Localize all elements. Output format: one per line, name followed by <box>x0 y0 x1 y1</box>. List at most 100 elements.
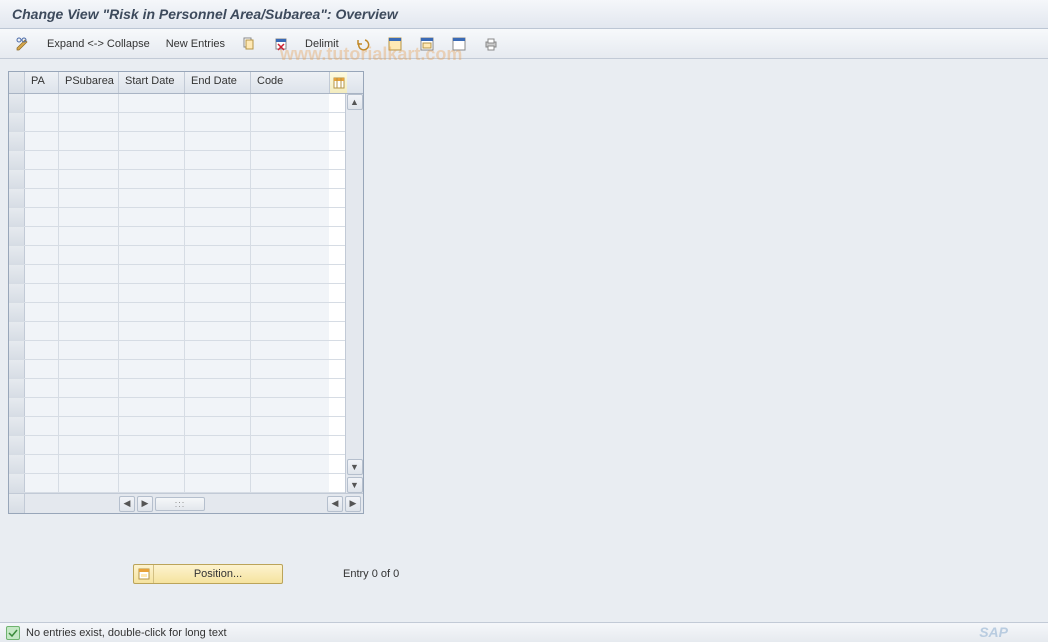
cell-end-date[interactable] <box>185 417 251 435</box>
new-entries-button[interactable]: New Entries <box>161 35 230 53</box>
row-selector[interactable] <box>9 417 25 435</box>
cell-pa[interactable] <box>25 436 59 454</box>
row-selector[interactable] <box>9 398 25 416</box>
column-header-start-date[interactable]: Start Date <box>119 72 185 93</box>
cell-code[interactable] <box>251 436 329 454</box>
row-selector[interactable] <box>9 265 25 283</box>
cell-end-date[interactable] <box>185 474 251 492</box>
cell-pa[interactable] <box>25 265 59 283</box>
cell-end-date[interactable] <box>185 398 251 416</box>
cell-end-date[interactable] <box>185 246 251 264</box>
scroll-up-button[interactable]: ▲ <box>347 94 363 110</box>
cell-psubarea[interactable] <box>59 208 119 226</box>
delimit-button[interactable]: Delimit <box>300 35 344 53</box>
table-row[interactable] <box>9 379 345 398</box>
cell-code[interactable] <box>251 132 329 150</box>
cell-code[interactable] <box>251 398 329 416</box>
cell-start-date[interactable] <box>119 322 185 340</box>
cell-code[interactable] <box>251 227 329 245</box>
cell-end-date[interactable] <box>185 379 251 397</box>
select-block-button[interactable] <box>414 33 440 55</box>
cell-start-date[interactable] <box>119 379 185 397</box>
cell-code[interactable] <box>251 246 329 264</box>
cell-start-date[interactable] <box>119 303 185 321</box>
cell-pa[interactable] <box>25 170 59 188</box>
toggle-edit-button[interactable] <box>10 33 36 55</box>
cell-psubarea[interactable] <box>59 417 119 435</box>
cell-end-date[interactable] <box>185 322 251 340</box>
row-selector[interactable] <box>9 360 25 378</box>
scroll-thumb-left[interactable]: ::: <box>155 497 205 511</box>
cell-code[interactable] <box>251 284 329 302</box>
cell-start-date[interactable] <box>119 246 185 264</box>
cell-end-date[interactable] <box>185 341 251 359</box>
cell-end-date[interactable] <box>185 132 251 150</box>
cell-code[interactable] <box>251 265 329 283</box>
undo-button[interactable] <box>350 33 376 55</box>
deselect-all-button[interactable] <box>446 33 472 55</box>
table-row[interactable] <box>9 341 345 360</box>
row-selector[interactable] <box>9 246 25 264</box>
table-row[interactable] <box>9 208 345 227</box>
row-selector[interactable] <box>9 474 25 492</box>
cell-start-date[interactable] <box>119 113 185 131</box>
cell-pa[interactable] <box>25 455 59 473</box>
cell-pa[interactable] <box>25 132 59 150</box>
table-row[interactable] <box>9 322 345 341</box>
delete-button[interactable] <box>268 33 294 55</box>
cell-start-date[interactable] <box>119 284 185 302</box>
row-selector[interactable] <box>9 132 25 150</box>
table-row[interactable] <box>9 436 345 455</box>
copy-button[interactable] <box>236 33 262 55</box>
row-selector[interactable] <box>9 379 25 397</box>
table-row[interactable] <box>9 151 345 170</box>
table-row[interactable] <box>9 455 345 474</box>
table-row[interactable] <box>9 246 345 265</box>
row-selector[interactable] <box>9 94 25 112</box>
cell-end-date[interactable] <box>185 189 251 207</box>
row-selector[interactable] <box>9 284 25 302</box>
row-selector[interactable] <box>9 455 25 473</box>
cell-psubarea[interactable] <box>59 436 119 454</box>
status-message[interactable]: No entries exist, double-click for long … <box>26 627 227 639</box>
table-row[interactable] <box>9 284 345 303</box>
cell-end-date[interactable] <box>185 436 251 454</box>
cell-code[interactable] <box>251 455 329 473</box>
scroll-left-button[interactable]: ◀ <box>119 496 135 512</box>
row-selector-header[interactable] <box>9 72 25 93</box>
cell-start-date[interactable] <box>119 436 185 454</box>
cell-code[interactable] <box>251 170 329 188</box>
cell-pa[interactable] <box>25 227 59 245</box>
expand-collapse-button[interactable]: Expand <-> Collapse <box>42 35 155 53</box>
cell-start-date[interactable] <box>119 132 185 150</box>
row-selector[interactable] <box>9 227 25 245</box>
cell-pa[interactable] <box>25 398 59 416</box>
table-row[interactable] <box>9 227 345 246</box>
cell-start-date[interactable] <box>119 417 185 435</box>
cell-psubarea[interactable] <box>59 94 119 112</box>
cell-code[interactable] <box>251 379 329 397</box>
table-row[interactable] <box>9 132 345 151</box>
cell-start-date[interactable] <box>119 151 185 169</box>
position-button[interactable]: Position... <box>133 564 283 584</box>
cell-end-date[interactable] <box>185 151 251 169</box>
cell-pa[interactable] <box>25 379 59 397</box>
cell-start-date[interactable] <box>119 189 185 207</box>
cell-code[interactable] <box>251 208 329 226</box>
column-header-code[interactable]: Code <box>251 72 329 93</box>
cell-code[interactable] <box>251 189 329 207</box>
cell-end-date[interactable] <box>185 170 251 188</box>
cell-end-date[interactable] <box>185 455 251 473</box>
cell-psubarea[interactable] <box>59 227 119 245</box>
scroll-left-button-2[interactable]: ◀ <box>327 496 343 512</box>
cell-psubarea[interactable] <box>59 455 119 473</box>
cell-code[interactable] <box>251 417 329 435</box>
table-row[interactable] <box>9 113 345 132</box>
cell-code[interactable] <box>251 113 329 131</box>
row-selector[interactable] <box>9 113 25 131</box>
cell-psubarea[interactable] <box>59 284 119 302</box>
cell-pa[interactable] <box>25 208 59 226</box>
cell-end-date[interactable] <box>185 94 251 112</box>
column-config-button[interactable] <box>329 72 347 93</box>
row-selector[interactable] <box>9 189 25 207</box>
